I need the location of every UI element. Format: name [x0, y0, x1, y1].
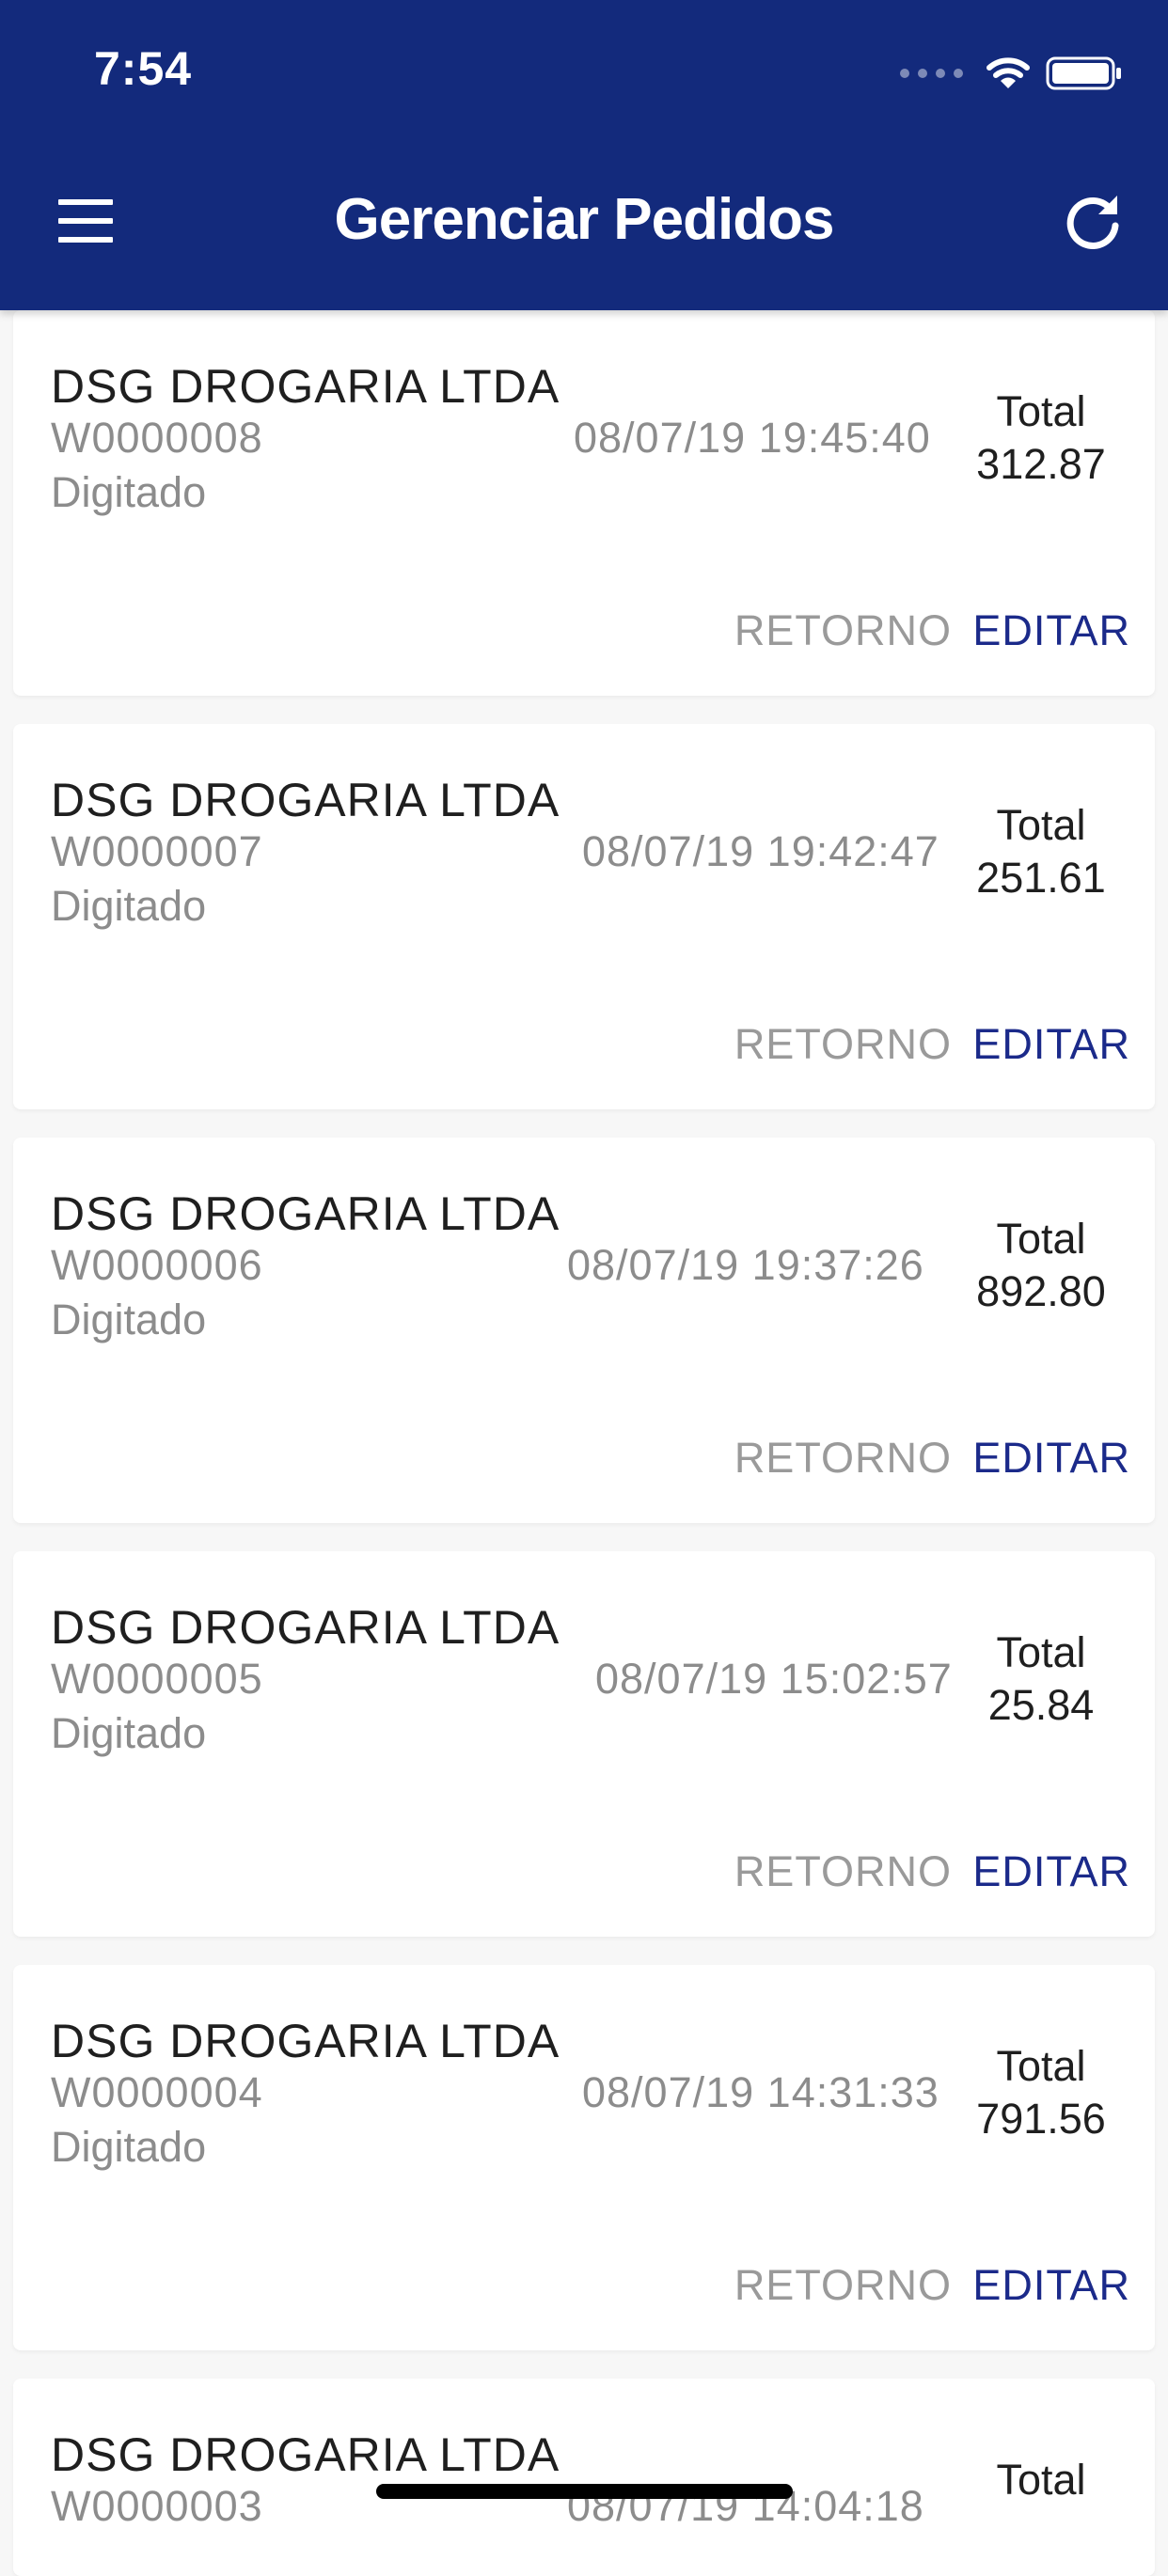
total-label: Total — [996, 387, 1086, 435]
order-datetime: 08/07/19 14:31:33 — [582, 2068, 939, 2116]
order-datetime: 08/07/19 19:37:26 — [567, 1241, 924, 1289]
order-status: Digitado — [51, 882, 207, 930]
editar-button[interactable]: EDITAR — [972, 1847, 1130, 1896]
cellular-signal-icon — [900, 69, 963, 78]
total-value: 892.80 — [976, 1267, 1106, 1315]
editar-button[interactable]: EDITAR — [972, 2261, 1130, 2310]
order-status: Digitado — [51, 468, 207, 516]
total-value: 791.56 — [976, 2095, 1106, 2143]
retorno-button[interactable]: RETORNO — [734, 1020, 952, 1069]
status-icons — [900, 47, 1123, 100]
editar-button[interactable]: EDITAR — [972, 606, 1130, 655]
home-indicator[interactable] — [376, 2484, 793, 2499]
order-datetime: 08/07/19 15:02:57 — [595, 1655, 953, 1703]
editar-button[interactable]: EDITAR — [972, 1020, 1130, 1069]
order-code: W0000003 — [51, 2482, 263, 2530]
total-value: 25.84 — [987, 1681, 1095, 1729]
order-card[interactable]: DSG DROGARIA LTDA W0000003 08/07/19 14:0… — [13, 2379, 1155, 2576]
total-value: 312.87 — [976, 440, 1106, 488]
refresh-icon — [1066, 196, 1119, 249]
order-status: Digitado — [51, 1709, 207, 1757]
refresh-button[interactable] — [1059, 188, 1127, 256]
total-label: Total — [996, 2042, 1086, 2090]
order-card[interactable]: DSG DROGARIA LTDA W0000004 Digitado 08/0… — [13, 1965, 1155, 2350]
retorno-button[interactable]: RETORNO — [734, 1434, 952, 1483]
total-value: 251.61 — [976, 854, 1106, 902]
order-total: Total 791.56 — [952, 2040, 1130, 2145]
client-name: DSG DROGARIA LTDA — [51, 1187, 560, 1240]
client-name: DSG DROGARIA LTDA — [51, 360, 560, 413]
total-label: Total — [996, 1215, 1086, 1263]
order-card[interactable]: DSG DROGARIA LTDA W0000007 Digitado 08/0… — [13, 724, 1155, 1109]
page-title: Gerenciar Pedidos — [334, 187, 835, 252]
order-datetime: 08/07/19 19:45:40 — [574, 414, 931, 462]
battery-icon — [1046, 56, 1121, 90]
wifi-icon — [986, 57, 1030, 88]
order-code: W0000005 — [51, 1655, 263, 1703]
client-name: DSG DROGARIA LTDA — [51, 1601, 560, 1654]
client-name: DSG DROGARIA LTDA — [51, 774, 560, 826]
order-code: W0000008 — [51, 414, 263, 462]
editar-button[interactable]: EDITAR — [972, 1434, 1130, 1483]
order-code: W0000004 — [51, 2068, 263, 2116]
order-card[interactable]: DSG DROGARIA LTDA W0000008 Digitado 08/0… — [13, 310, 1155, 696]
order-total: Total 892.80 — [952, 1213, 1130, 1318]
total-label: Total — [996, 801, 1086, 849]
retorno-button[interactable]: RETORNO — [734, 1847, 952, 1896]
order-card[interactable]: DSG DROGARIA LTDA W0000005 Digitado 08/0… — [13, 1551, 1155, 1937]
total-label: Total — [996, 1628, 1086, 1676]
app-bar: 7:54 Gerenciar Pedidos — [0, 0, 1168, 310]
order-total: Total 25.84 — [952, 1626, 1130, 1732]
client-name: DSG DROGARIA LTDA — [51, 2428, 560, 2481]
order-total: Total — [952, 2454, 1130, 2506]
total-label: Total — [996, 2456, 1086, 2504]
order-status: Digitado — [51, 1296, 207, 1343]
order-datetime: 08/07/19 19:42:47 — [582, 827, 939, 875]
status-time: 7:54 — [94, 42, 193, 95]
retorno-button[interactable]: RETORNO — [734, 2261, 952, 2310]
order-code: W0000006 — [51, 1241, 263, 1289]
retorno-button[interactable]: RETORNO — [734, 606, 952, 655]
order-total: Total 312.87 — [952, 385, 1130, 491]
order-card[interactable]: DSG DROGARIA LTDA W0000006 Digitado 08/0… — [13, 1138, 1155, 1523]
order-total: Total 251.61 — [952, 799, 1130, 904]
client-name: DSG DROGARIA LTDA — [51, 2015, 560, 2067]
order-code: W0000007 — [51, 827, 263, 875]
order-status: Digitado — [51, 2123, 207, 2171]
